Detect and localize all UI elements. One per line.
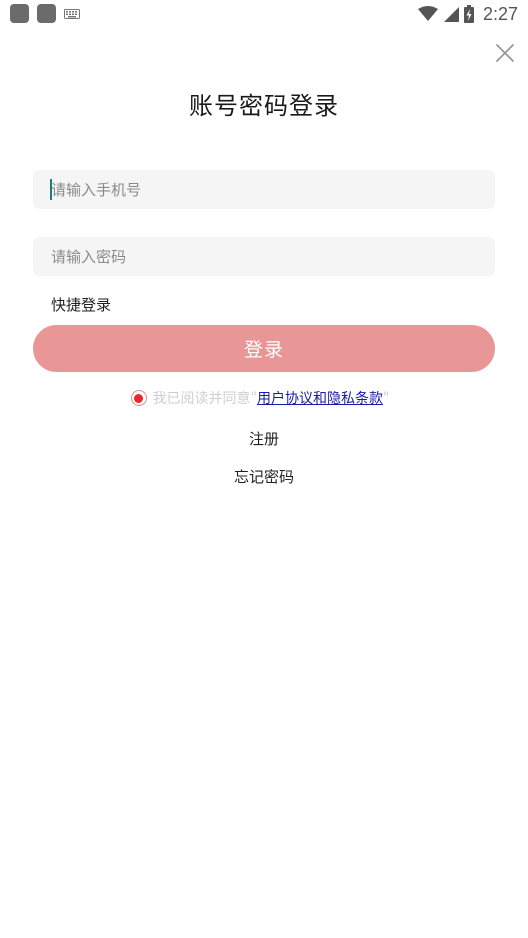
status-bar-right: 2:27 [417, 2, 518, 26]
status-bar-left [10, 4, 80, 23]
page-title: 账号密码登录 [189, 92, 339, 120]
login-button[interactable]: 登录 [33, 325, 495, 372]
agreement-prefix: 我已阅读并同意 [152, 391, 251, 407]
app-notification-icon [37, 4, 56, 23]
forgot-password-link[interactable]: 忘记密码 [234, 468, 294, 486]
password-input[interactable] [33, 237, 495, 276]
phone-field-container [33, 170, 495, 209]
radio-checked-dot [134, 393, 144, 403]
register-row: 注册 [0, 428, 528, 449]
agreement-row: 我已阅读并同意 " 用户协议和隐私条款 " [0, 388, 528, 408]
close-button[interactable] [494, 42, 516, 64]
quick-login-link[interactable]: 快捷登录 [51, 294, 111, 315]
cellular-signal-icon [443, 7, 459, 22]
password-field-container [33, 237, 495, 276]
status-time: 2:27 [482, 3, 518, 24]
forgot-password-row: 忘记密码 [0, 466, 528, 487]
agreement-radio[interactable] [130, 390, 147, 406]
close-icon [496, 44, 514, 62]
battery-charging-icon [463, 5, 474, 23]
app-notification-icon [10, 4, 29, 23]
agreement-link[interactable]: 用户协议和隐私条款 [257, 388, 383, 408]
register-link[interactable]: 注册 [249, 430, 279, 448]
agreement-close-quote: " [383, 390, 390, 406]
keyboard-icon [64, 8, 80, 19]
text-cursor [50, 179, 52, 200]
phone-input[interactable] [33, 170, 495, 209]
wifi-icon [417, 6, 438, 21]
status-bar: 2:27 [0, 0, 528, 28]
